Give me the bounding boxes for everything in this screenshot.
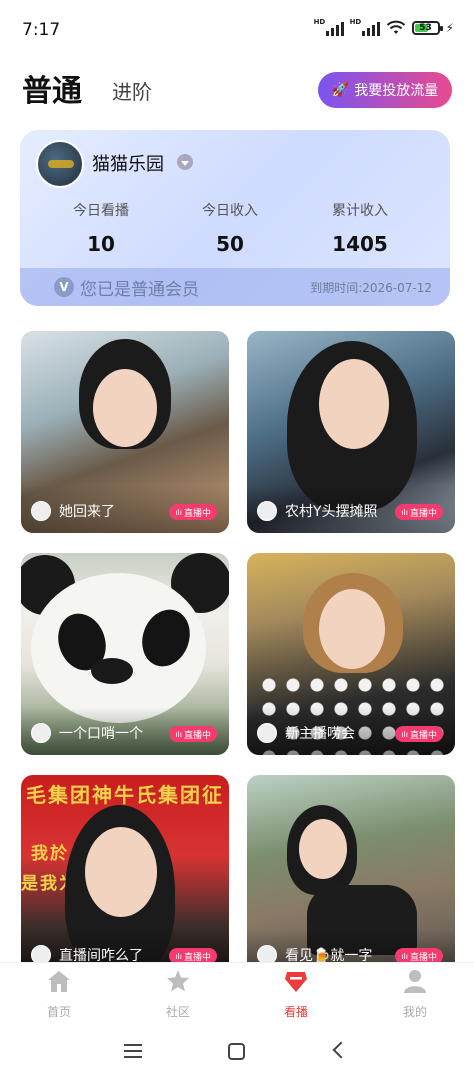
live-bars-icon: ılı [175, 951, 182, 961]
expire-date: 到期时间:2026-07-12 [310, 280, 432, 295]
tab-label: 社区 [165, 1005, 190, 1019]
tab-advanced[interactable]: 进阶 [112, 76, 152, 105]
live-bars-icon: ılı [175, 729, 182, 739]
system-nav-bar [0, 1026, 474, 1080]
membership-status: 您已是普通会员 [80, 279, 199, 300]
home-icon [48, 971, 70, 992]
stat-today-views: 今日看播 10 [31, 200, 171, 256]
live-badge: ılı 直播中 [395, 726, 443, 742]
status-time: 7:17 [22, 20, 61, 40]
live-bars-icon: ılı [401, 729, 408, 739]
stat-label: 今日看播 [73, 203, 129, 219]
star-icon [167, 970, 189, 992]
tab-community[interactable]: 社区 [138, 969, 218, 1020]
battery-icon: 53 [411, 21, 443, 35]
vip-icon: V [54, 277, 74, 297]
signal-icon: HD [314, 18, 344, 36]
stat-value: 10 [87, 232, 115, 256]
stat-total-income: 累计收入 1405 [290, 200, 430, 256]
avatar[interactable] [36, 140, 84, 188]
live-card[interactable]: 农村Y头摆摊照 ılı 直播中 [247, 331, 455, 533]
tab-label: 我的 [402, 1005, 427, 1019]
live-bars-icon: ılı [401, 507, 408, 517]
streamer-avatar [31, 501, 51, 521]
boost-traffic-button[interactable]: 🚀 我要投放流量 [318, 72, 452, 108]
stat-today-income: 今日收入 50 [160, 200, 300, 256]
header: 普通 进阶 🚀 我要投放流量 [0, 66, 474, 116]
member-name[interactable]: 猫猫乐园 [92, 150, 164, 176]
wifi-icon [386, 20, 405, 34]
streamer-avatar [257, 501, 277, 521]
membership-bar: V 您已是普通会员 到期时间:2026-07-12 [20, 268, 450, 306]
home-button-icon[interactable] [228, 1043, 245, 1060]
tab-label: 看播 [283, 1005, 308, 1019]
tab-label: 首页 [46, 1005, 71, 1019]
live-badge: ılı 直播中 [169, 726, 217, 742]
back-icon[interactable] [332, 1041, 350, 1059]
bottom-tab-bar: 首页 社区 看播 我的 [0, 962, 474, 1026]
live-card[interactable]: 她回来了 ılı 直播中 [21, 331, 229, 533]
live-card[interactable]: 新主播唠会 ılı 直播中 [247, 553, 455, 755]
tab-watch[interactable]: 看播 [256, 969, 336, 1020]
live-title: 新主播唠会 [285, 726, 355, 742]
live-card[interactable]: 看见🍺就一字 ılı 直播中 [247, 775, 455, 977]
chevron-down-icon[interactable] [177, 154, 193, 170]
stat-value: 50 [216, 232, 244, 256]
status-icons: HD HD 53 ⚡ [314, 18, 454, 36]
stat-value: 1405 [332, 232, 388, 256]
rocket-icon: 🚀 [331, 82, 350, 98]
tab-me[interactable]: 我的 [375, 969, 455, 1020]
live-badge: ılı 直播中 [395, 504, 443, 520]
stat-label: 今日收入 [202, 203, 258, 219]
tab-normal[interactable]: 普通 [22, 66, 82, 110]
live-badge: ılı 直播中 [169, 504, 217, 520]
live-bars-icon: ılı [175, 507, 182, 517]
battery-level: 53 [419, 23, 432, 33]
stat-label: 累计收入 [332, 203, 388, 219]
streamer-avatar [31, 723, 51, 743]
live-title: 她回来了 [59, 504, 115, 520]
person-icon [404, 970, 426, 993]
streamer-avatar [257, 723, 277, 743]
member-card: 猫猫乐园 今日看播 10 今日收入 50 累计收入 1405 V 您已是普通会员… [20, 130, 450, 306]
banner-text: 毛集团神牛氏集团征 [26, 783, 224, 807]
live-bars-icon: ılı [401, 951, 408, 961]
live-card[interactable]: 毛集团神牛氏集团征 我於 打服 是我为 男神 直播间咋么了 ılı直播中 [21, 775, 229, 977]
status-bar: 7:17 HD HD 53 ⚡ [0, 0, 474, 60]
tab-home[interactable]: 首页 [19, 969, 99, 1020]
signal-icon: HD [350, 18, 380, 36]
live-card[interactable]: 一个口哨一个 ılı 直播中 [21, 553, 229, 755]
charging-icon: ⚡ [445, 21, 454, 35]
live-title: 农村Y头摆摊照 [285, 504, 378, 520]
menu-icon[interactable] [124, 1044, 142, 1058]
diamond-icon [285, 972, 307, 992]
live-title: 一个口哨一个 [59, 726, 143, 742]
boost-traffic-label: 我要投放流量 [354, 83, 439, 99]
